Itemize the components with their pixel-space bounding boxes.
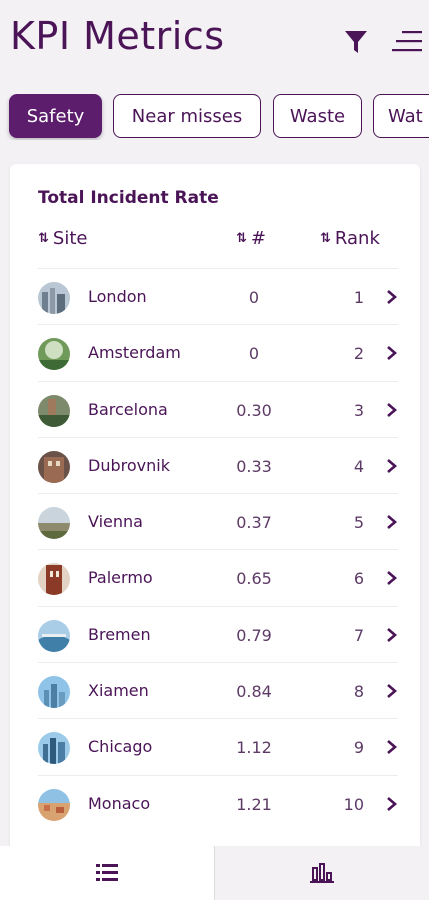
column-label: Rank xyxy=(334,228,380,249)
site-name: Vienna xyxy=(88,512,143,532)
chip-water[interactable]: Wat xyxy=(373,94,429,138)
site-photo xyxy=(38,450,70,483)
table-row[interactable]: Xiamen 0.84 8 xyxy=(38,662,398,718)
site-name: Monaco xyxy=(88,793,151,813)
bottom-tab-bar xyxy=(0,846,429,900)
chip-label: Safety xyxy=(26,105,85,127)
incident-rate: 0 xyxy=(248,288,260,307)
chip-safety[interactable]: Safety xyxy=(9,94,102,138)
column-header-number[interactable]: ⇅ # xyxy=(236,228,266,249)
rank-value: 6 xyxy=(353,569,364,589)
incident-rate: 1.21 xyxy=(236,794,272,814)
incident-rate: 0.30 xyxy=(236,400,272,420)
chevron-right-icon xyxy=(387,684,397,699)
rank-value: 2 xyxy=(353,344,364,364)
menu-button[interactable] xyxy=(392,26,424,56)
site-photo xyxy=(38,788,70,821)
bar-chart-icon xyxy=(310,863,334,883)
chevron-right-icon xyxy=(387,740,397,755)
site-list: London 0 1 Amsterdam 0 2 Barcelona 0.30 … xyxy=(38,268,398,831)
site-name: Xiamen xyxy=(88,681,149,701)
card-title: Total Incident Rate xyxy=(38,188,219,208)
column-label: Site xyxy=(52,228,88,249)
chevron-right-icon xyxy=(387,515,397,530)
list-icon xyxy=(96,864,118,881)
chevron-right-icon xyxy=(387,571,397,586)
rank-value: 4 xyxy=(353,456,364,476)
rank-value: 5 xyxy=(353,513,364,533)
table-row[interactable]: Monaco 1.21 10 xyxy=(38,774,398,831)
tab-list[interactable] xyxy=(0,846,214,900)
sort-icon: ⇅ xyxy=(320,231,331,246)
sort-icon: ⇅ xyxy=(38,231,49,246)
rank-value: 10 xyxy=(343,794,364,814)
incident-rate: 1.12 xyxy=(236,738,272,758)
incident-rate: 0.37 xyxy=(236,513,272,533)
column-header-rank[interactable]: ⇅ Rank xyxy=(320,228,380,249)
site-photo xyxy=(38,676,70,709)
site-photo xyxy=(38,563,70,596)
site-photo xyxy=(38,338,70,371)
table-row[interactable]: London 0 1 xyxy=(38,268,398,324)
site-name: Amsterdam xyxy=(88,343,181,363)
chevron-right-icon xyxy=(387,346,397,361)
chip-near-misses[interactable]: Near misses xyxy=(113,94,261,138)
incident-rate: 0.79 xyxy=(236,625,272,645)
chip-label: Wat xyxy=(388,105,423,127)
chip-label: Waste xyxy=(289,105,346,127)
rank-value: 8 xyxy=(353,682,364,702)
incident-rate: 0 xyxy=(248,344,260,364)
site-photo xyxy=(38,394,70,427)
rank-value: 9 xyxy=(353,738,364,758)
site-photo xyxy=(38,507,70,540)
rank-value: 7 xyxy=(353,625,364,645)
site-name: Barcelona xyxy=(88,399,168,419)
chevron-right-icon xyxy=(387,402,397,417)
incident-rate: 0.33 xyxy=(236,456,272,476)
site-photo xyxy=(38,282,70,314)
kpi-card: Total Incident Rate ⇅ Site ⇅ # ⇅ Rank Lo… xyxy=(10,164,420,854)
menu-icon xyxy=(392,31,422,52)
rank-value: 1 xyxy=(353,288,364,307)
table-row[interactable]: Dubrovnik 0.33 4 xyxy=(38,436,398,493)
site-name: London xyxy=(88,287,147,306)
site-photo xyxy=(38,732,70,765)
table-row[interactable]: Barcelona 0.30 3 xyxy=(38,380,398,437)
table-row[interactable]: Chicago 1.12 9 xyxy=(38,718,398,774)
site-name: Bremen xyxy=(88,624,151,644)
chip-waste[interactable]: Waste xyxy=(273,94,362,138)
tab-chart[interactable] xyxy=(215,846,429,900)
app-header: KPI Metrics xyxy=(0,0,429,80)
chevron-right-icon xyxy=(387,290,397,304)
category-chips: Safety Near misses Waste Wat xyxy=(0,94,429,140)
chevron-right-icon xyxy=(387,458,397,473)
table-row[interactable]: Palermo 0.65 6 xyxy=(38,549,398,605)
chip-label: Near misses xyxy=(131,105,243,127)
table-row[interactable]: Amsterdam 0 2 xyxy=(38,324,398,380)
rank-value: 3 xyxy=(353,400,364,420)
filter-button[interactable] xyxy=(343,28,369,56)
site-name: Dubrovnik xyxy=(88,455,170,475)
site-photo xyxy=(38,619,70,652)
chevron-right-icon xyxy=(387,627,397,642)
sort-icon: ⇅ xyxy=(236,231,247,246)
column-header-site[interactable]: ⇅ Site xyxy=(38,228,87,249)
site-name: Palermo xyxy=(88,568,153,588)
table-row[interactable]: Bremen 0.79 7 xyxy=(38,605,398,662)
incident-rate: 0.84 xyxy=(236,682,272,702)
chevron-right-icon xyxy=(387,796,397,811)
incident-rate: 0.65 xyxy=(236,569,272,589)
table-row[interactable]: Vienna 0.37 5 xyxy=(38,493,398,549)
column-label: # xyxy=(250,228,266,249)
page-title: KPI Metrics xyxy=(10,14,225,58)
site-name: Chicago xyxy=(88,737,153,757)
filter-icon xyxy=(345,31,367,53)
